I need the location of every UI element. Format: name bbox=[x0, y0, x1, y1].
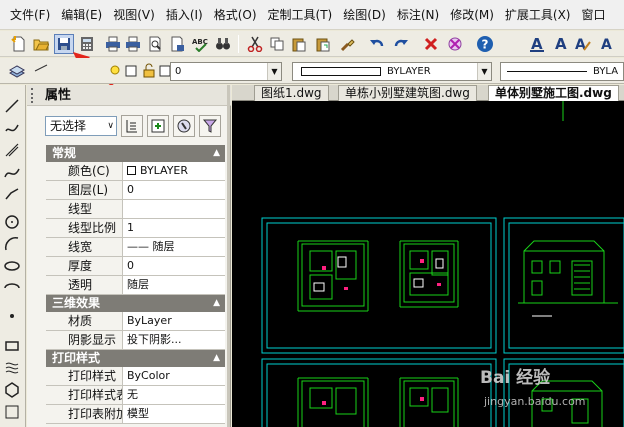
property-key: 打印样式 bbox=[46, 367, 123, 385]
property-key: 线型比例 bbox=[46, 219, 123, 237]
color-dropdown[interactable]: BYLAYER ▼ bbox=[292, 62, 492, 81]
linetype-swatch bbox=[507, 71, 587, 72]
property-row[interactable]: 颜色(C) BYLAYER bbox=[46, 162, 225, 181]
property-value: ByLayer bbox=[127, 314, 172, 327]
properties-title: 属性 bbox=[27, 85, 231, 106]
line-icon[interactable] bbox=[3, 97, 21, 115]
ellipse-arc-icon[interactable] bbox=[3, 279, 21, 297]
section-3d-label: 三维效果 bbox=[52, 296, 101, 310]
property-key: 材质 bbox=[46, 312, 123, 330]
property-row[interactable]: 线宽 —— 随层 bbox=[46, 238, 225, 257]
property-value: 0 bbox=[127, 259, 134, 272]
select-objects-button[interactable] bbox=[147, 115, 169, 137]
circle-icon[interactable] bbox=[3, 213, 21, 231]
property-value: —— 随层 bbox=[127, 240, 175, 253]
layer-state-icon[interactable] bbox=[32, 62, 50, 80]
property-row[interactable]: 线型 bbox=[46, 200, 225, 219]
property-row[interactable]: 透明 随层 bbox=[46, 276, 225, 295]
toggle-pickadd-button[interactable] bbox=[121, 115, 143, 137]
watermark-brand: Bai 经验 bbox=[480, 368, 551, 388]
drawing-canvas[interactable]: Bai 经验 jingyan.baidu.com bbox=[232, 101, 624, 427]
color-swatch bbox=[301, 67, 381, 76]
color-swatch bbox=[127, 166, 136, 175]
property-key: 阴影显示 bbox=[46, 331, 123, 349]
chevron-down-icon: ∨ bbox=[107, 121, 114, 131]
property-key: 透明 bbox=[46, 276, 123, 294]
section-plot-style[interactable]: 打印样式 ▲ bbox=[46, 350, 225, 367]
tab-villa-architecture[interactable]: 单栋小别墅建筑图.dwg bbox=[338, 85, 477, 101]
cad-drawing bbox=[261, 101, 624, 427]
drag-grip-icon[interactable] bbox=[31, 88, 37, 103]
multiline-icon[interactable] bbox=[3, 141, 21, 159]
property-row[interactable]: 厚度 0 bbox=[46, 257, 225, 276]
linetype-dropdown-value: BYLA bbox=[593, 66, 619, 77]
point-icon[interactable] bbox=[3, 307, 21, 325]
quick-select-button[interactable] bbox=[173, 115, 195, 137]
property-value: 0 bbox=[127, 183, 134, 196]
property-value: BYLAYER bbox=[123, 162, 225, 180]
property-value: 1 bbox=[127, 221, 134, 234]
polyline-icon[interactable] bbox=[3, 119, 21, 137]
property-row[interactable]: 打印表附加到模型 bbox=[46, 405, 225, 424]
property-value: 无 bbox=[127, 388, 138, 401]
arc-icon[interactable] bbox=[3, 235, 21, 253]
property-grid: 常规 ▲ 颜色(C) BYLAYER 图层(L) 0 线型 线型比例 1 线宽 —— 随层… bbox=[46, 145, 225, 424]
table-icon[interactable] bbox=[3, 403, 21, 421]
property-row[interactable]: 材质 ByLayer bbox=[46, 312, 225, 331]
selection-value: 无选择 bbox=[50, 119, 87, 133]
section-general[interactable]: 常规 ▲ bbox=[46, 145, 225, 162]
tab-drawing1[interactable]: 图纸1.dwg bbox=[254, 85, 329, 101]
section-general-label: 常规 bbox=[52, 146, 77, 160]
chevron-down-icon: ▼ bbox=[477, 63, 491, 80]
layer-manager-icon[interactable] bbox=[8, 62, 26, 80]
layer-dropdown[interactable]: 0 ▼ bbox=[170, 62, 282, 81]
rectangle-icon[interactable] bbox=[3, 337, 21, 355]
section-3d-effects[interactable]: 三维效果 ▲ bbox=[46, 295, 225, 312]
property-key: 厚度 bbox=[46, 257, 123, 275]
document-tabs: 图纸1.dwg 单栋小别墅建筑图.dwg 单体别墅施工图.dwg bbox=[232, 85, 624, 101]
spline-icon[interactable] bbox=[3, 163, 21, 181]
property-key: 打印表附加到 bbox=[46, 405, 123, 423]
collapse-triangle-icon: ▲ bbox=[213, 148, 220, 158]
panel-scrollbar[interactable] bbox=[227, 85, 230, 427]
property-row[interactable]: 图层(L) 0 bbox=[46, 181, 225, 200]
property-key: 图层(L) bbox=[46, 181, 123, 199]
property-row[interactable]: 打印样式 ByColor bbox=[46, 367, 225, 386]
collapse-triangle-icon: ▲ bbox=[213, 353, 220, 363]
section-plot-label: 打印样式 bbox=[52, 351, 101, 365]
chevron-down-icon: ▼ bbox=[267, 63, 281, 80]
draw-toolbar bbox=[0, 85, 26, 427]
property-value: 投下阴影... bbox=[127, 333, 182, 346]
property-row[interactable]: 打印样式表无 bbox=[46, 386, 225, 405]
collapse-triangle-icon: ▲ bbox=[213, 298, 220, 308]
arc-curve-icon[interactable] bbox=[3, 185, 21, 203]
property-key: 打印样式表 bbox=[46, 386, 123, 404]
layer-dropdown-value: 0 bbox=[175, 66, 182, 77]
property-row[interactable]: 阴影显示 投下阴影... bbox=[46, 331, 225, 350]
property-value bbox=[123, 200, 225, 218]
properties-title-text: 属性 bbox=[45, 88, 72, 103]
color-dropdown-value: BYLAYER bbox=[387, 66, 431, 77]
hatch-icon[interactable] bbox=[3, 359, 21, 377]
linetype-dropdown[interactable]: BYLA bbox=[500, 62, 624, 81]
layer-color-icon[interactable] bbox=[122, 62, 140, 80]
filter-button[interactable] bbox=[199, 115, 221, 137]
property-value: 模型 bbox=[127, 407, 149, 420]
property-row[interactable]: 线型比例 1 bbox=[46, 219, 225, 238]
watermark-url: jingyan.baidu.com bbox=[484, 395, 586, 408]
property-value: ByColor bbox=[127, 369, 170, 382]
ellipse-icon[interactable] bbox=[3, 257, 21, 275]
selection-dropdown[interactable]: 无选择 ∨ bbox=[45, 116, 117, 136]
properties-panel: 属性 无选择 ∨ 常规 ▲ 颜色(C) BYLAYER 图层(L) 0 线型 线型比例… bbox=[27, 85, 231, 427]
property-value: 随层 bbox=[127, 278, 149, 291]
color-value-text: BYLAYER bbox=[140, 164, 189, 177]
property-key: 颜色(C) bbox=[46, 162, 123, 180]
tab-villa-construction[interactable]: 单体别墅施工图.dwg bbox=[488, 85, 619, 101]
property-key: 线宽 bbox=[46, 238, 123, 256]
property-key: 线型 bbox=[46, 200, 123, 218]
polygon-icon[interactable] bbox=[3, 381, 21, 399]
